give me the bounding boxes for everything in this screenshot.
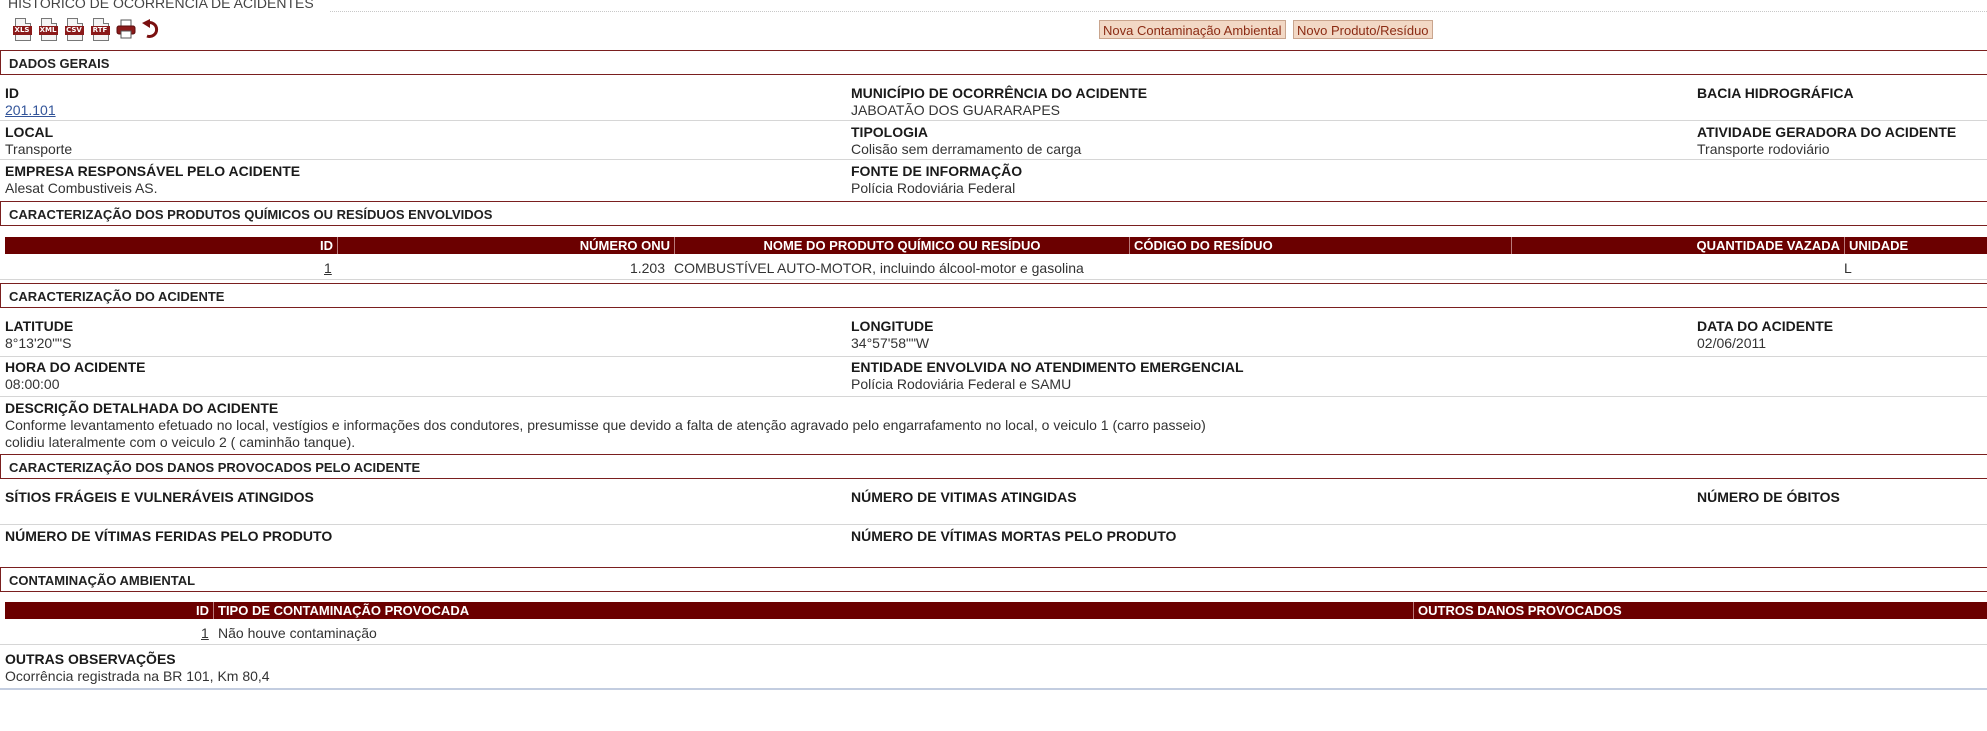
produto-nome: COMBUSTÍVEL AUTO-MOTOR, incluindo álcool…	[674, 260, 1084, 276]
section-dados-gerais: DADOS GERAIS	[0, 50, 1987, 75]
xls-export-icon[interactable]: XLS	[11, 17, 33, 41]
longitude-label: LONGITUDE	[851, 318, 934, 334]
latitude-label: LATITUDE	[5, 318, 74, 334]
contaminacao-tipo: Não houve contaminação	[218, 625, 377, 641]
col-tipo-contaminacao: TIPO DE CONTAMINAÇÃO PROVOCADA	[214, 602, 1414, 619]
row-divider	[0, 159, 1987, 160]
col-outros-danos: OUTROS DANOS PROVOCADOS	[1418, 603, 1622, 618]
descricao-line-2: colidiu lateralmente com o veiculo 2 ( c…	[5, 434, 356, 450]
id-label: ID	[5, 85, 19, 101]
mortas-label: NÚMERO DE VÍTIMAS MORTAS PELO PRODUTO	[851, 528, 1177, 544]
row-divider	[0, 120, 1987, 121]
row-divider	[0, 279, 1987, 280]
section-contaminacao: CONTAMINAÇÃO AMBIENTAL	[0, 567, 1987, 592]
page-title: HISTÓRICO DE OCORRÊNCIA DE ACIDENTES	[8, 0, 314, 11]
hora-value: 08:00:00	[5, 376, 60, 392]
descricao-label: DESCRIÇÃO DETALHADA DO ACIDENTE	[5, 400, 279, 416]
entidade-label: ENTIDADE ENVOLVIDA NO ATENDIMENTO EMERGE…	[851, 359, 1244, 375]
tipologia-value: Colisão sem derramamento de carga	[851, 141, 1082, 157]
produto-id-link[interactable]: 1	[324, 260, 332, 276]
observacoes-value: Ocorrência registrada na BR 101, Km 80,4	[5, 668, 270, 684]
hora-label: HORA DO ACIDENTE	[5, 359, 146, 375]
atividade-value: Transporte rodoviário	[1697, 141, 1830, 157]
feridas-label: NÚMERO DE VÍTIMAS FERIDAS PELO PRODUTO	[5, 528, 333, 544]
col-numero-onu: NÚMERO ONU	[338, 237, 675, 254]
col-unidade: UNIDADE	[1849, 238, 1909, 253]
row-divider	[0, 356, 1987, 357]
section-produtos: CARACTERIZAÇÃO DOS PRODUTOS QUÍMICOS OU …	[0, 201, 1987, 226]
id-link[interactable]: 201.101	[5, 102, 56, 118]
entidade-value: Polícia Rodoviária Federal e SAMU	[851, 376, 1072, 392]
col-quantidade: QUANTIDADE VAZADA	[1512, 237, 1845, 254]
section-danos: CARACTERIZAÇÃO DOS DANOS PROVOCADOS PELO…	[0, 454, 1987, 479]
municipio-value: JABOATÃO DOS GUARARAPES	[851, 102, 1061, 118]
produto-onu: 1.203	[629, 260, 665, 276]
rtf-export-icon[interactable]: RTF	[89, 17, 111, 41]
bacia-label: BACIA HIDROGRÁFICA	[1697, 85, 1854, 101]
data-acidente-label: DATA DO ACIDENTE	[1697, 318, 1834, 334]
vitimas-label: NÚMERO DE VITIMAS ATINGIDAS	[851, 489, 1077, 505]
fonte-label: FONTE DE INFORMAÇÃO	[851, 163, 1023, 179]
data-acidente-value: 02/06/2011	[1697, 335, 1767, 351]
section-acidente: CARACTERIZAÇÃO DO ACIDENTE	[0, 283, 1987, 308]
descricao-line-1: Conforme levantamento efetuado no local,…	[5, 417, 1206, 433]
atividade-label: ATIVIDADE GERADORA DO ACIDENTE	[1697, 124, 1957, 140]
tipologia-label: TIPOLOGIA	[851, 124, 928, 140]
empresa-label: EMPRESA RESPONSÁVEL PELO ACIDENTE	[5, 163, 301, 179]
print-icon[interactable]	[115, 17, 137, 41]
fonte-value: Polícia Rodoviária Federal	[851, 180, 1016, 196]
new-product-button[interactable]: Novo Produto/Resíduo	[1293, 20, 1433, 39]
contaminacao-id-link[interactable]: 1	[201, 625, 209, 641]
section-heading: CARACTERIZAÇÃO DO ACIDENTE	[9, 289, 225, 304]
produto-unidade: L	[1844, 260, 1852, 276]
col-nome-produto: NOME DO PRODUTO QUÍMICO OU RESÍDUO	[675, 237, 1130, 254]
export-toolbar: XLS XML CSV RTF	[11, 17, 163, 41]
row-divider	[0, 524, 1987, 525]
produtos-table-header: ID NÚMERO ONU NOME DO PRODUTO QUÍMICO OU…	[5, 237, 1987, 254]
observacoes-label: OUTRAS OBSERVAÇÕES	[5, 651, 176, 667]
local-value: Transporte	[5, 141, 73, 157]
undo-icon[interactable]	[141, 17, 163, 41]
local-label: LOCAL	[5, 124, 54, 140]
empresa-value: Alesat Combustiveis AS.	[5, 180, 158, 196]
row-divider	[0, 396, 1987, 397]
col-id: ID	[5, 602, 214, 619]
col-codigo-residuo: CÓDIGO DO RESÍDUO	[1130, 237, 1512, 254]
contaminacao-table-header: ID TIPO DE CONTAMINAÇÃO PROVOCADA OUTROS…	[5, 602, 1987, 619]
csv-export-icon[interactable]: CSV	[63, 17, 85, 41]
section-heading: CARACTERIZAÇÃO DOS PRODUTOS QUÍMICOS OU …	[9, 207, 493, 222]
municipio-label: MUNICÍPIO DE OCORRÊNCIA DO ACIDENTE	[851, 85, 1148, 101]
row-divider	[0, 644, 1987, 645]
section-heading: DADOS GERAIS	[9, 56, 110, 71]
section-heading: CONTAMINAÇÃO AMBIENTAL	[9, 573, 196, 588]
xml-export-icon[interactable]: XML	[37, 17, 59, 41]
new-contamination-button[interactable]: Nova Contaminação Ambiental	[1099, 20, 1286, 39]
title-divider	[330, 11, 1987, 12]
section-heading: CARACTERIZAÇÃO DOS DANOS PROVOCADOS PELO…	[9, 460, 421, 475]
latitude-value: 8°13'20""S	[5, 335, 72, 351]
longitude-value: 34°57'58""W	[851, 335, 930, 351]
obitos-label: NÚMERO DE ÓBITOS	[1697, 489, 1840, 505]
sitios-label: SÍTIOS FRÁGEIS E VULNERÁVEIS ATINGIDOS	[5, 489, 314, 505]
bottom-divider	[0, 688, 1987, 690]
col-id: ID	[5, 237, 338, 254]
